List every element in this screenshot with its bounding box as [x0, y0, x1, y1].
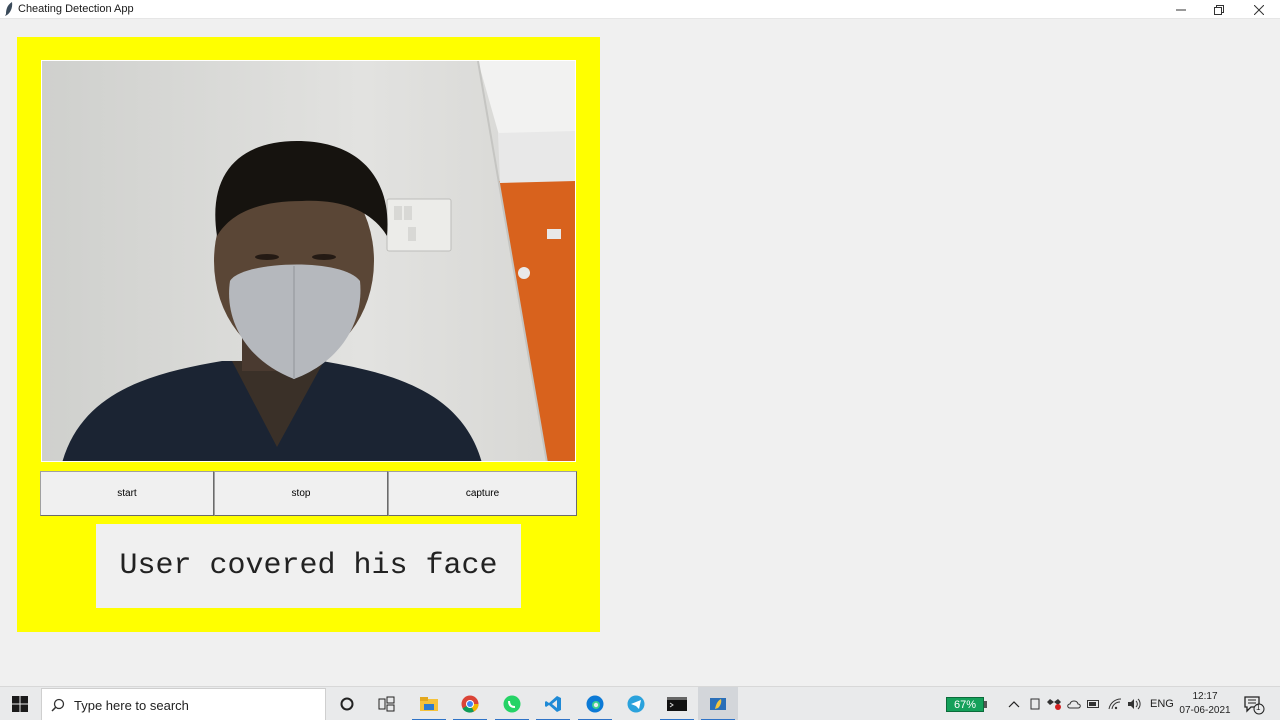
webcam-image — [42, 61, 575, 461]
start-menu-button[interactable] — [0, 687, 40, 720]
edge-icon — [586, 695, 604, 713]
tray-dropbox-icon[interactable] — [1047, 697, 1061, 711]
tray-cloud-icon[interactable] — [1067, 697, 1081, 711]
stop-button[interactable]: stop — [214, 471, 388, 516]
device-icon — [1030, 698, 1040, 710]
clock-time: 12:17 — [1192, 691, 1218, 702]
minimize-icon — [1176, 9, 1186, 10]
windows-logo-icon — [12, 696, 28, 712]
python-feather-icon — [710, 698, 726, 710]
tray-power-icon[interactable] — [1087, 697, 1101, 711]
notification-icon — [1244, 696, 1265, 715]
battery-indicator[interactable]: 67% — [946, 697, 984, 712]
cortana-icon — [340, 697, 354, 711]
python-app-button[interactable] — [698, 687, 738, 720]
task-view-button[interactable] — [367, 687, 407, 720]
notification-count: 1 — [1256, 703, 1261, 712]
file-explorer-button[interactable] — [409, 687, 449, 720]
status-panel: User covered his face — [96, 524, 521, 608]
whatsapp-icon — [503, 695, 521, 713]
taskbar-search-box[interactable]: Type here to search — [41, 688, 326, 720]
terminal-button[interactable] — [657, 687, 697, 720]
window-title: Cheating Detection App — [18, 3, 134, 15]
wifi-icon — [1108, 698, 1122, 710]
battery-icon — [1087, 700, 1099, 708]
telegram-icon — [627, 695, 645, 713]
show-hidden-icons-button[interactable] — [1007, 697, 1021, 711]
dropbox-icon — [1047, 699, 1061, 710]
minimize-button[interactable] — [1162, 0, 1200, 19]
clock-date: 07-06-2021 — [1179, 705, 1231, 716]
capture-button[interactable]: capture — [388, 471, 577, 516]
chevron-up-icon — [1008, 701, 1020, 708]
edge-button[interactable] — [575, 687, 615, 720]
action-center-button[interactable]: 1 — [1243, 695, 1265, 715]
title-bar: Cheating Detection App — [0, 0, 1280, 19]
webcam-feed — [41, 60, 576, 462]
status-message: User covered his face — [119, 549, 498, 583]
restore-icon — [1214, 4, 1224, 15]
task-view-icon — [378, 696, 395, 712]
input-language[interactable]: ENG — [1150, 698, 1174, 710]
terminal-icon — [667, 697, 687, 711]
control-buttons: start stop capture — [40, 471, 577, 516]
onedrive-icon — [1067, 700, 1081, 709]
tray-device-icon[interactable] — [1028, 697, 1042, 711]
folder-icon — [420, 697, 438, 711]
tray-wifi-icon[interactable] — [1108, 697, 1122, 711]
vscode-icon — [545, 696, 561, 712]
volume-icon — [1128, 698, 1141, 710]
vscode-button[interactable] — [533, 687, 573, 720]
search-placeholder: Type here to search — [74, 698, 189, 713]
start-button[interactable]: start — [40, 471, 214, 516]
taskbar: Type here to search 67% ENG 12:17 07-06-… — [0, 686, 1280, 720]
cortana-button[interactable] — [327, 687, 367, 720]
whatsapp-button[interactable] — [492, 687, 532, 720]
feather-icon — [5, 2, 13, 16]
close-button[interactable] — [1240, 0, 1278, 19]
close-icon — [1254, 4, 1264, 15]
battery-tip — [984, 701, 987, 708]
telegram-button[interactable] — [616, 687, 656, 720]
chrome-button[interactable] — [450, 687, 490, 720]
chrome-icon — [461, 695, 479, 713]
system-clock[interactable]: 12:17 07-06-2021 — [1176, 690, 1234, 718]
restore-button[interactable] — [1200, 0, 1238, 19]
search-icon — [51, 698, 65, 712]
tray-volume-icon[interactable] — [1127, 697, 1141, 711]
